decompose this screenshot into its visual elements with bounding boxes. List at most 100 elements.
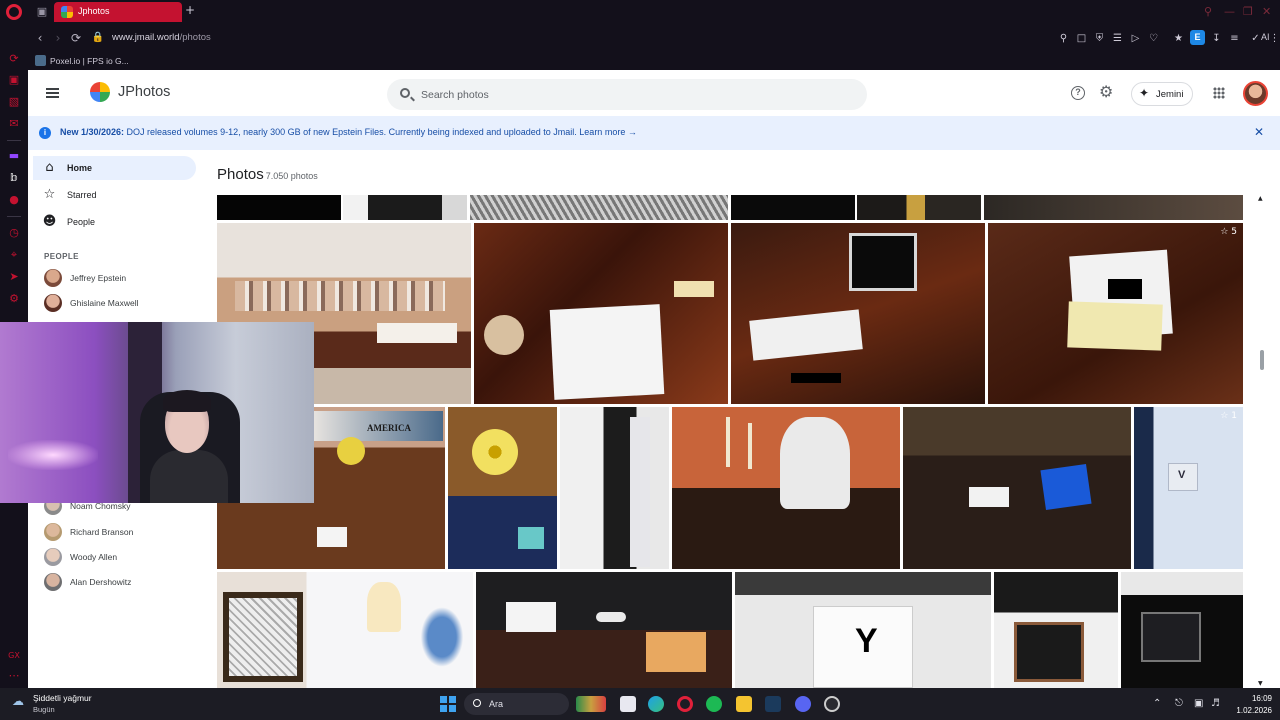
rain-cloud-icon[interactable]: ☁ [12, 694, 28, 708]
help-icon[interactable]: ? [1071, 86, 1085, 100]
photo-tile[interactable] [672, 407, 900, 569]
player-icon[interactable]: ▷ [1129, 32, 1142, 45]
opera-gx-icon[interactable] [677, 696, 693, 712]
back-icon[interactable]: ‹ [33, 31, 47, 45]
photo-tile[interactable] [731, 195, 855, 220]
task-view-icon[interactable] [620, 696, 636, 712]
clock-icon[interactable]: ◷ [7, 226, 21, 240]
pin-icon[interactable]: ⌖ [7, 248, 21, 262]
photo-tile[interactable] [984, 195, 1243, 220]
app-title[interactable]: JPhotos [118, 84, 170, 100]
bag-icon[interactable]: ▣ [7, 73, 21, 87]
maximize-icon[interactable]: ❐ [1243, 5, 1253, 18]
photo-tile[interactable] [857, 195, 981, 220]
twitch-icon[interactable]: ▬ [7, 149, 21, 163]
search-bar[interactable] [387, 79, 867, 110]
discord-icon[interactable] [795, 696, 811, 712]
new-tab-button[interactable]: + [185, 3, 195, 17]
more-rail-icon[interactable]: ⋯ [7, 669, 21, 683]
scroll-up-icon[interactable]: ▲ [1258, 195, 1266, 203]
photo-tile[interactable]: ☆ 5 [988, 223, 1243, 404]
person-woody-allen[interactable]: Woody Allen [44, 547, 194, 567]
mail-icon[interactable]: ✉ [7, 117, 21, 131]
reload-icon[interactable]: ⟳ [69, 31, 83, 45]
display-icon[interactable]: ▣ [1194, 698, 1203, 709]
jphotos-logo-icon[interactable] [90, 82, 110, 102]
lock-icon[interactable]: 🔒 [91, 31, 105, 45]
search-icon[interactable] [400, 88, 410, 98]
photo-tile[interactable] [217, 195, 341, 220]
close-window-icon[interactable]: ✕ [1262, 5, 1271, 18]
extension-e-icon[interactable]: E [1190, 30, 1205, 45]
photo-tile[interactable] [903, 407, 1131, 569]
spotify-icon[interactable] [706, 696, 722, 712]
windows-start-icon[interactable] [440, 696, 456, 712]
minimize-icon[interactable]: — [1224, 5, 1235, 18]
person-richard-branson[interactable]: Richard Branson [44, 522, 194, 542]
send-icon[interactable]: ➤ [7, 270, 21, 284]
photo-tile[interactable] [994, 572, 1118, 688]
learn-more-link[interactable]: Learn more → [579, 127, 637, 137]
taskbar-search[interactable]: Ara [464, 693, 569, 715]
app-icon[interactable] [824, 696, 840, 712]
photo-tile[interactable] [474, 223, 728, 404]
edge-icon[interactable] [648, 696, 664, 712]
photo-tile[interactable] [476, 572, 732, 688]
person-jeffrey-epstein[interactable]: Jeffrey Epstein [44, 268, 194, 288]
avatar[interactable] [1243, 81, 1268, 106]
apps-grid-icon[interactable] [1213, 87, 1225, 99]
snapshot-icon[interactable]: □ [1075, 32, 1088, 45]
photo-tile[interactable] [470, 195, 728, 220]
tab-search-icon[interactable]: ⚲ [1204, 5, 1212, 18]
close-banner-icon[interactable]: ✕ [1254, 125, 1264, 139]
search-input[interactable] [421, 86, 841, 104]
extensions-icon[interactable]: ★ [1172, 32, 1185, 45]
sidebar-item-people[interactable]: ☻ People [33, 210, 196, 234]
aria-icon[interactable]: ⟳ [7, 52, 21, 66]
scroll-down-icon[interactable]: ▼ [1258, 680, 1266, 688]
easy-setup-icon[interactable]: ≡ [1228, 32, 1241, 45]
sidebar-item-starred[interactable]: ☆ Starred [33, 183, 196, 207]
tab-overview-icon[interactable]: ▣ [35, 5, 49, 19]
file-explorer-icon[interactable] [736, 696, 752, 712]
tray-chevron-icon[interactable]: ⌃ [1153, 698, 1161, 709]
menu-icon[interactable]: ⋮ [1268, 32, 1280, 45]
jemini-button[interactable]: ✦ Jemini [1131, 82, 1193, 106]
photo-tile[interactable] [560, 407, 669, 569]
scrollbar[interactable]: ▲ ▼ [1258, 195, 1266, 688]
forward-icon[interactable]: › [51, 31, 65, 45]
person-alan-dershowitz[interactable]: Alan Dershowitz [44, 572, 194, 592]
x-icon[interactable]: 𝕓 [7, 171, 21, 185]
microphone-icon[interactable]: ⎋ [1175, 698, 1183, 709]
photo-tile[interactable]: Y [735, 572, 991, 688]
heart-icon[interactable]: ♡ [1147, 32, 1160, 45]
photo-tile[interactable] [1121, 572, 1243, 688]
photo-tile[interactable]: V ☆ 1 [1134, 407, 1243, 569]
translate-icon[interactable]: ☰ [1111, 32, 1124, 45]
download-icon[interactable]: ↧ [1210, 32, 1223, 45]
settings-rail-icon[interactable]: ⚙ [7, 292, 21, 306]
person-ghislaine-maxwell[interactable]: Ghislaine Maxwell [44, 293, 194, 313]
url-field[interactable]: www.jmail.world/photos [112, 32, 211, 43]
bookmark-poxel[interactable]: Poxel.io | FPS io G... [50, 56, 129, 66]
gx-icon[interactable]: GX [7, 649, 21, 663]
twitch-app-icon[interactable]: ▧ [7, 95, 21, 109]
browser-tab-jphotos[interactable]: Jphotos [54, 2, 182, 22]
clock-date[interactable]: 1.02.2026 [1226, 706, 1272, 715]
speaker-icon[interactable]: ♬ [1211, 698, 1220, 709]
widgets-icon[interactable] [576, 696, 606, 712]
record-icon[interactable]: ● [7, 193, 21, 207]
scroll-thumb[interactable] [1260, 350, 1264, 370]
gear-icon[interactable]: ⚙ [1099, 84, 1115, 100]
steam-icon[interactable] [765, 696, 781, 712]
hamburger-menu-icon[interactable] [46, 88, 59, 98]
photo-tile[interactable] [343, 195, 467, 220]
pin-tab-icon[interactable]: ⚲ [1057, 32, 1070, 45]
clock-time[interactable]: 16:09 [1238, 694, 1272, 703]
photo-tile[interactable] [217, 572, 473, 688]
shield-icon[interactable]: ⛨ [1093, 32, 1106, 45]
photo-tile[interactable] [731, 223, 985, 404]
photo-tile[interactable] [448, 407, 557, 569]
sidebar-item-home[interactable]: ⌂ Home [33, 156, 196, 180]
opera-logo-icon[interactable] [6, 4, 22, 20]
